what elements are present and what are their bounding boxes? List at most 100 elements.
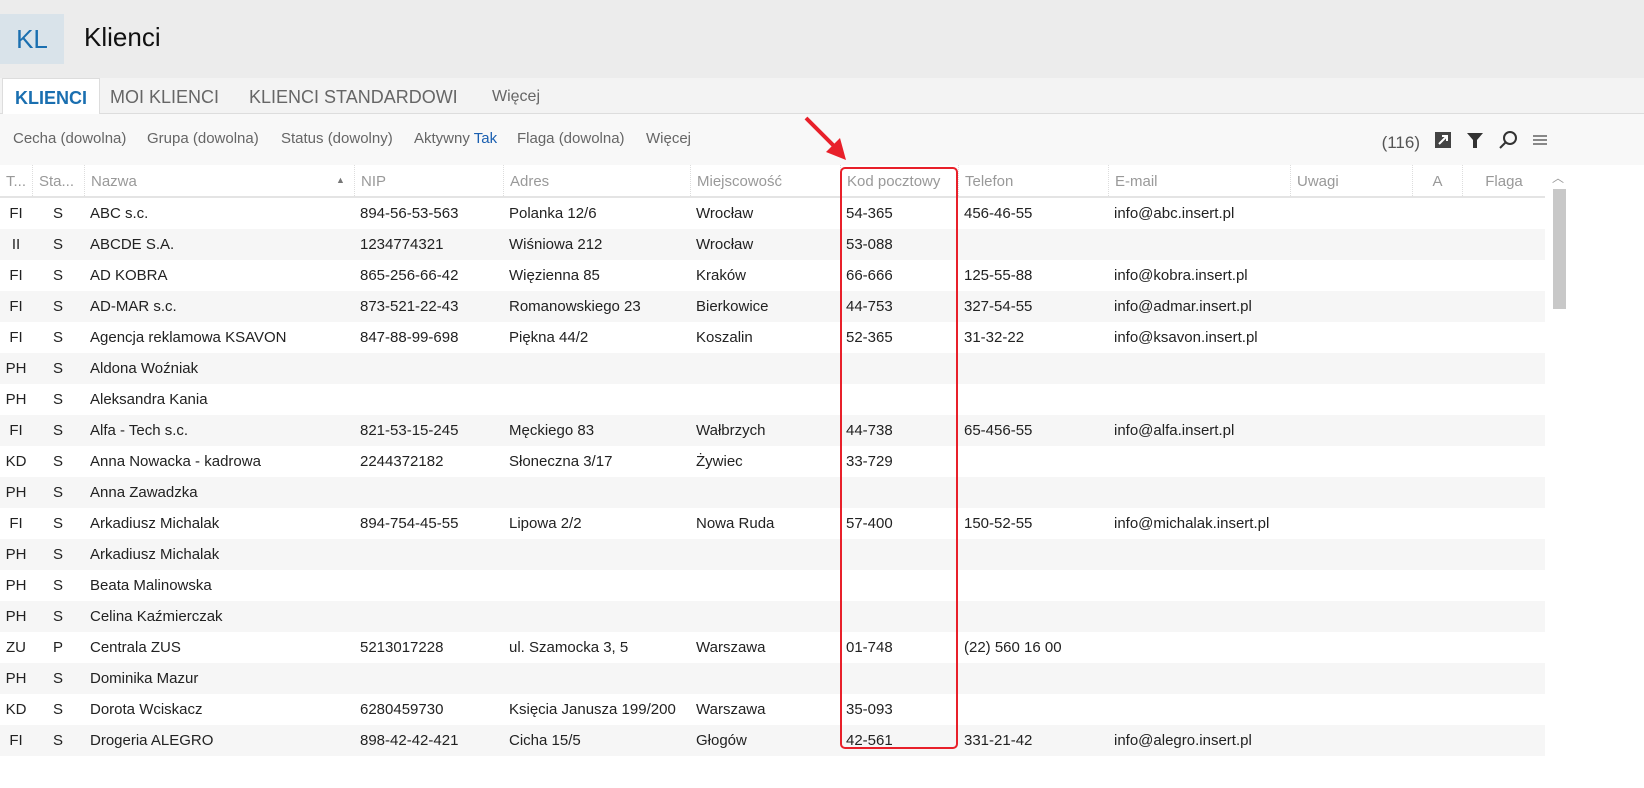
cell-name: AD-MAR s.c. [90, 298, 177, 315]
cell-nip [354, 601, 360, 632]
cell-city: Koszalin [696, 329, 753, 346]
filter-aktywny-label: Aktywny [414, 130, 470, 147]
cell-address: Romanowskiego 23 [509, 298, 641, 315]
column-header-phone[interactable]: Telefon [958, 165, 1108, 196]
table-row[interactable]: FI S Agencja reklamowa KSAVON 847-88-99-698… [0, 322, 1545, 353]
column-header-city[interactable]: Miejscowość [690, 165, 840, 196]
cell-address: Piękna 44/2 [509, 329, 589, 346]
table-row[interactable]: FI S Drogeria ALEGRO 898-42-42-421 Cicha 15/… [0, 725, 1545, 756]
cell-type: II [11, 236, 21, 253]
sort-asc-icon[interactable]: ▲ [336, 165, 345, 196]
table-row[interactable]: PH S Anna Zawadzka [0, 477, 1545, 508]
cell-phone [958, 539, 964, 570]
table-row[interactable]: PH S Aleksandra Kania [0, 384, 1545, 415]
cell-type: PH [5, 484, 27, 501]
cell-nip [354, 384, 360, 415]
column-header-type[interactable]: T... [0, 165, 32, 196]
tab-more[interactable]: Więcej [492, 78, 540, 114]
cell-email: info@abc.insert.pl [1114, 205, 1235, 222]
cell-address [503, 477, 509, 508]
cell-status: S [52, 484, 63, 501]
filter-aktywny[interactable]: Aktywny Tak [414, 130, 497, 147]
filter-grupa[interactable]: Grupa (dowolna) [147, 130, 259, 147]
cell-email: info@alfa.insert.pl [1114, 422, 1235, 439]
cell-phone: 31-32-22 [964, 329, 1025, 346]
table-row[interactable]: FI S AD-MAR s.c. 873-521-22-43 Romanowskiego… [0, 291, 1545, 322]
column-header-address[interactable]: Adres [503, 165, 690, 196]
cell-name: Aldona Woźniak [90, 360, 199, 377]
filter-status[interactable]: Status (dowolny) [281, 130, 393, 147]
cell-phone [958, 477, 964, 508]
column-header-nip[interactable]: NIP [354, 165, 503, 196]
filter-icon[interactable] [1466, 131, 1484, 154]
column-header-a[interactable]: A [1412, 165, 1462, 196]
cell-status: S [52, 701, 63, 718]
column-header-notes[interactable]: Uwagi [1290, 165, 1412, 196]
column-header-status[interactable]: Sta... [32, 165, 84, 196]
cell-email [1108, 446, 1114, 477]
table-row[interactable]: PH S Celina Kaźmierczak [0, 601, 1545, 632]
scroll-up-icon[interactable]: ︿ [1552, 169, 1564, 186]
scrollbar-thumb[interactable] [1553, 189, 1566, 309]
cell-name: Beata Malinowska [90, 577, 212, 594]
cell-address [503, 601, 509, 632]
cell-city [690, 353, 696, 384]
cell-postal-code: 54-365 [846, 205, 893, 222]
table-row[interactable]: KD S Anna Nowacka - kadrowa 2244372182 Słone… [0, 446, 1545, 477]
cell-status: S [52, 267, 63, 284]
tab-moi-klienci[interactable]: MOI KLIENCI [110, 78, 219, 114]
cell-address [503, 539, 509, 570]
cell-email [1108, 477, 1114, 508]
cell-city [690, 601, 696, 632]
cell-city: Kraków [696, 267, 747, 284]
menu-icon[interactable] [1532, 132, 1548, 153]
clients-table: T... Sta... Nazwa ▲ NIP Adres Miejscowość Kod p… [0, 165, 1545, 756]
cell-status: S [52, 205, 63, 222]
table-row[interactable]: FI S ABC s.c. 894-56-53-563 Polanka 12/6 Wroc… [0, 198, 1545, 229]
export-icon[interactable] [1434, 131, 1452, 154]
cell-phone [958, 694, 964, 725]
table-row[interactable]: KD S Dorota Wciskacz 6280459730 Księcia Janu… [0, 694, 1545, 725]
cell-city [690, 570, 696, 601]
table-row[interactable]: PH S Aldona Woźniak [0, 353, 1545, 384]
cell-status: P [52, 639, 63, 656]
cell-nip: 5213017228 [360, 639, 444, 656]
cell-phone [958, 446, 964, 477]
table-row[interactable]: PH S Dominika Mazur [0, 663, 1545, 694]
toolbar: (116) [1382, 130, 1548, 155]
table-row[interactable]: PH S Beata Malinowska [0, 570, 1545, 601]
cell-type: KD [5, 453, 27, 470]
column-header-email[interactable]: E-mail [1108, 165, 1290, 196]
table-row[interactable]: FI S Arkadiusz Michalak 894-754-45-55 Lipowa… [0, 508, 1545, 539]
column-header-postal-code[interactable]: Kod pocztowy [840, 165, 958, 196]
table-row[interactable]: PH S Arkadiusz Michalak [0, 539, 1545, 570]
cell-status: S [52, 391, 63, 408]
vertical-scrollbar[interactable]: ︿ [1550, 165, 1568, 788]
cell-address: Cicha 15/5 [509, 732, 581, 749]
cell-postal-code [840, 663, 846, 694]
table-row[interactable]: ZU P Centrala ZUS 5213017228 ul. Szamocka 3,… [0, 632, 1545, 663]
annotation-arrow-icon [804, 116, 846, 160]
cell-postal-code: 42-561 [846, 732, 893, 749]
filter-more[interactable]: Więcej [646, 130, 691, 147]
cell-postal-code: 01-748 [846, 639, 893, 656]
cell-type: PH [5, 391, 27, 408]
cell-name: ABCDE S.A. [90, 236, 175, 253]
cell-nip: 865-256-66-42 [360, 267, 459, 284]
column-header-flag[interactable]: Flaga [1462, 165, 1545, 196]
table-row[interactable]: FI S AD KOBRA 865-256-66-42 Więzienna 85 Krak… [0, 260, 1545, 291]
cell-postal-code: 57-400 [846, 515, 893, 532]
cell-name: Anna Nowacka - kadrowa [90, 453, 261, 470]
table-row[interactable]: II S ABCDE S.A. 1234774321 Wiśniowa 212 Wrocł… [0, 229, 1545, 260]
cell-type: PH [5, 360, 27, 377]
table-row[interactable]: FI S Alfa - Tech s.c. 821-53-15-245 Męckiego… [0, 415, 1545, 446]
filter-flaga[interactable]: Flaga (dowolna) [517, 130, 625, 147]
tab-klienci-standardowi[interactable]: KLIENCI STANDARDOWI [249, 78, 458, 114]
cell-email [1108, 384, 1114, 415]
cell-type: PH [5, 546, 27, 563]
search-icon[interactable] [1498, 130, 1518, 155]
filter-cecha[interactable]: Cecha (dowolna) [13, 130, 126, 147]
cell-postal-code [840, 570, 846, 601]
column-header-name[interactable]: Nazwa [84, 165, 354, 196]
tab-klienci[interactable]: KLIENCI [2, 78, 100, 115]
